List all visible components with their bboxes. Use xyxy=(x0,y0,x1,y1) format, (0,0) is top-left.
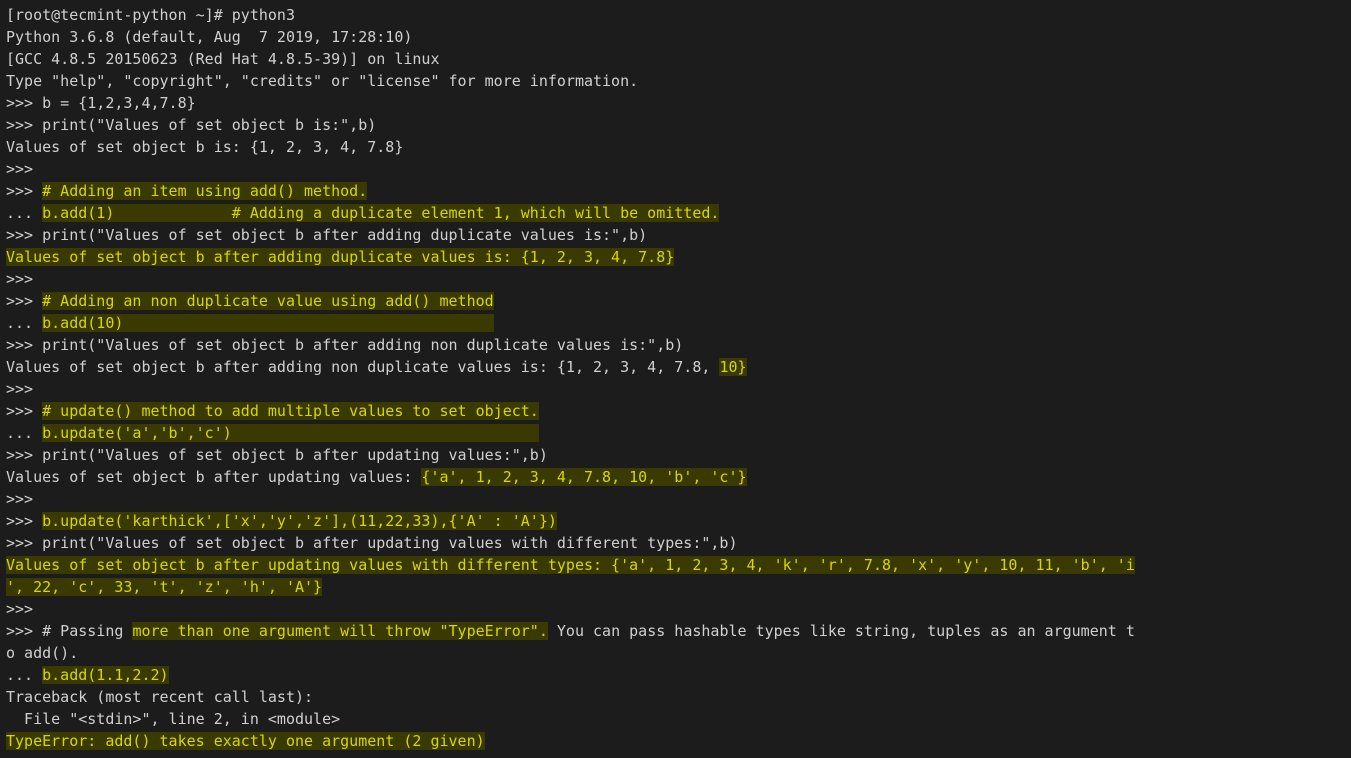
terminal-line: >>> # Adding an non duplicate value usin… xyxy=(6,292,494,310)
terminal-line: >>> # Passing more than one argument wil… xyxy=(6,622,1135,640)
plain-text: Values of set object b after updating va… xyxy=(6,468,421,486)
terminal-line: TypeError: add() takes exactly one argum… xyxy=(6,732,485,750)
terminal-line: >>> print("Values of set object b is:",b… xyxy=(6,116,376,134)
terminal-line: >>> xyxy=(6,160,33,178)
plain-text: >>> xyxy=(6,402,42,420)
plain-text: Values of set object b is: {1, 2, 3, 4, … xyxy=(6,138,403,156)
terminal-line: o add(). xyxy=(6,644,78,662)
plain-text: Python 3.6.8 (default, Aug 7 2019, 17:28… xyxy=(6,28,412,46)
highlighted-text: {'a', 1, 2, 3, 4, 7.8, 10, 'b', 'c'} xyxy=(421,468,746,486)
terminal-line: File "<stdin>", line 2, in <module> xyxy=(6,710,340,728)
plain-text: >>> xyxy=(6,512,42,530)
plain-text: >>> print("Values of set object b after … xyxy=(6,446,548,464)
highlighted-text: # update() method to add multiple values… xyxy=(42,402,539,420)
terminal-line: Traceback (most recent call last): xyxy=(6,688,313,706)
terminal-line: ... b.add(10) xyxy=(6,314,494,332)
plain-text: >>> xyxy=(6,270,33,288)
plain-text: >>> print("Values of set object b after … xyxy=(6,336,683,354)
terminal-output: [root@tecmint-python ~]# python3 Python … xyxy=(0,0,1351,756)
terminal-line: ... b.add(1.1,2.2) xyxy=(6,666,169,684)
highlighted-text: b.add(1) # Adding a duplicate element 1,… xyxy=(42,204,719,222)
terminal-line: >>> b.update('karthick',['x','y','z'],(1… xyxy=(6,512,557,530)
terminal-line: >>> print("Values of set object b after … xyxy=(6,336,683,354)
plain-text: >>> print("Values of set object b after … xyxy=(6,534,738,552)
plain-text: o add(). xyxy=(6,644,78,662)
highlighted-text: b.update('karthick',['x','y','z'],(11,22… xyxy=(42,512,557,530)
plain-text: >>> # Passing xyxy=(6,622,132,640)
plain-text: ... xyxy=(6,314,42,332)
highlighted-text: # Adding an item using add() method. xyxy=(42,182,367,200)
highlighted-text: TypeError: add() takes exactly one argum… xyxy=(6,732,485,750)
terminal-line: >>> xyxy=(6,380,33,398)
highlighted-text: # Adding an non duplicate value using ad… xyxy=(42,292,494,310)
plain-text: ... xyxy=(6,204,42,222)
terminal-line: [GCC 4.8.5 20150623 (Red Hat 4.8.5-39)] … xyxy=(6,50,439,68)
terminal-line: Values of set object b after adding dupl… xyxy=(6,248,674,266)
highlighted-text: b.add(1.1,2.2) xyxy=(42,666,168,684)
terminal-line: >>> print("Values of set object b after … xyxy=(6,534,738,552)
terminal-line: >>> print("Values of set object b after … xyxy=(6,226,647,244)
plain-text: >>> xyxy=(6,182,42,200)
plain-text: File "<stdin>", line 2, in <module> xyxy=(6,710,340,728)
terminal-line: [root@tecmint-python ~]# python3 xyxy=(6,6,295,24)
terminal-line: >>> xyxy=(6,270,33,288)
plain-text: You can pass hashable types like string,… xyxy=(548,622,1135,640)
terminal-line: Values of set object b after adding non … xyxy=(6,358,747,376)
highlighted-text: ', 22, 'c', 33, 't', 'z', 'h', 'A'} xyxy=(6,578,322,596)
terminal-line: >>> # Adding an item using add() method. xyxy=(6,182,367,200)
terminal-line: Values of set object b after updating va… xyxy=(6,556,1135,574)
terminal-line: Python 3.6.8 (default, Aug 7 2019, 17:28… xyxy=(6,28,412,46)
plain-text: ... xyxy=(6,424,42,442)
terminal-line: >>> # update() method to add multiple va… xyxy=(6,402,539,420)
plain-text: >>> print("Values of set object b after … xyxy=(6,226,647,244)
plain-text: Type "help", "copyright", "credits" or "… xyxy=(6,72,638,90)
plain-text: >>> b = {1,2,3,4,7.8} xyxy=(6,94,196,112)
plain-text: >>> xyxy=(6,600,33,618)
plain-text: >>> xyxy=(6,292,42,310)
highlighted-text: more than one argument will throw "TypeE… xyxy=(132,622,547,640)
plain-text: >>> xyxy=(6,490,33,508)
terminal-line: ... b.update('a','b','c') xyxy=(6,424,539,442)
terminal-line: Values of set object b is: {1, 2, 3, 4, … xyxy=(6,138,403,156)
plain-text: >>> xyxy=(6,160,33,178)
plain-text: Traceback (most recent call last): xyxy=(6,688,313,706)
terminal-line: >>> b = {1,2,3,4,7.8} xyxy=(6,94,196,112)
terminal-line: >>> xyxy=(6,600,33,618)
terminal-line: >>> print("Values of set object b after … xyxy=(6,446,548,464)
plain-text: >>> xyxy=(6,380,33,398)
plain-text: ... xyxy=(6,666,42,684)
highlighted-text: b.update('a','b','c') xyxy=(42,424,539,442)
terminal-line: ... b.add(1) # Adding a duplicate elemen… xyxy=(6,204,719,222)
highlighted-text: 10} xyxy=(719,358,746,376)
terminal-line: Type "help", "copyright", "credits" or "… xyxy=(6,72,638,90)
highlighted-text: b.add(10) xyxy=(42,314,494,332)
plain-text: [GCC 4.8.5 20150623 (Red Hat 4.8.5-39)] … xyxy=(6,50,439,68)
plain-text: Values of set object b after adding non … xyxy=(6,358,719,376)
plain-text: >>> print("Values of set object b is:",b… xyxy=(6,116,376,134)
terminal-line: ', 22, 'c', 33, 't', 'z', 'h', 'A'} xyxy=(6,578,322,596)
highlighted-text: Values of set object b after updating va… xyxy=(6,556,1135,574)
plain-text: [root@tecmint-python ~]# python3 xyxy=(6,6,295,24)
terminal-line: Values of set object b after updating va… xyxy=(6,468,747,486)
terminal-line: >>> xyxy=(6,490,33,508)
highlighted-text: Values of set object b after adding dupl… xyxy=(6,248,674,266)
